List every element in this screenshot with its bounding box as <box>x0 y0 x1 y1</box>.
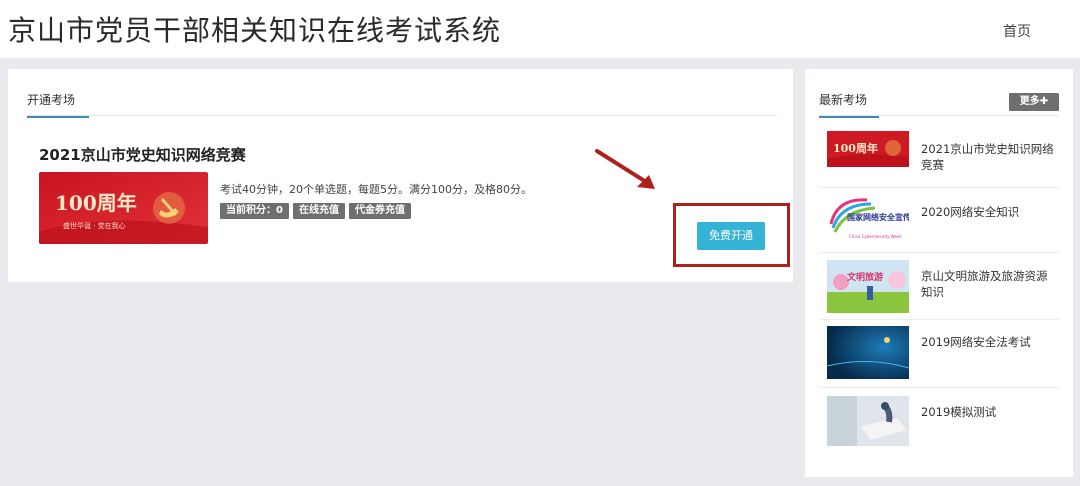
item-thumb-subtext: China Cybersecurity Week <box>849 234 902 239</box>
tab-open-exam[interactable]: 开通考场 <box>27 91 90 118</box>
open-exam-panel: 开通考场 2021京山市党史知识网络竞赛 100周年 盛世华诞 · 党在我心 考… <box>8 69 793 282</box>
thumb-title-text: 100周年 <box>55 191 137 215</box>
free-activate-button[interactable]: 免费开通 <box>697 222 765 250</box>
item-thumb-text: 100周年 <box>833 141 878 155</box>
more-button[interactable]: 更多✚ <box>1009 93 1059 111</box>
nav-home-link[interactable]: 首页 <box>1003 21 1031 41</box>
tab-divider <box>27 115 777 116</box>
side-tab-divider <box>819 115 1059 116</box>
item-divider <box>819 252 1059 253</box>
points-badge: 当前积分：0 <box>220 203 289 219</box>
item-label[interactable]: 京山文明旅游及旅游资源知识 <box>921 268 1057 300</box>
voucher-recharge-badge[interactable]: 代金券充值 <box>348 203 411 219</box>
list-item[interactable]: 文明旅游 京山文明旅游及旅游资源知识 <box>819 260 1059 320</box>
annotation-arrow-icon <box>595 149 655 189</box>
thumb-subtitle-text: 盛世华诞 · 党在我心 <box>63 221 126 230</box>
site-title: 京山市党员干部相关知识在线考试系统 <box>8 14 502 47</box>
item-thumbnail[interactable] <box>827 396 909 446</box>
item-label[interactable]: 2021京山市党史知识网络竞赛 <box>921 141 1057 173</box>
item-label[interactable]: 2019模拟测试 <box>921 404 1057 420</box>
item-label[interactable]: 2020网络安全知识 <box>921 204 1057 220</box>
item-divider <box>819 319 1059 320</box>
exam-description: 考试40分钟，20个单选题，每题5分。满分100分，及格80分。 <box>220 183 532 196</box>
item-thumbnail[interactable] <box>827 326 909 379</box>
list-item[interactable]: 100周年 2021京山市党史知识网络竞赛 <box>819 131 1059 191</box>
item-divider <box>819 187 1059 188</box>
item-thumbnail[interactable]: 100周年 <box>827 131 909 167</box>
item-thumb-text: 文明旅游 <box>846 271 883 283</box>
list-item[interactable]: 国家网络安全宣传周 China Cybersecurity Week 2020网… <box>819 194 1059 254</box>
item-thumbnail[interactable]: 文明旅游 <box>827 260 909 313</box>
tab-latest-exams[interactable]: 最新考场 <box>819 91 880 118</box>
online-recharge-badge[interactable]: 在线充值 <box>292 203 345 219</box>
item-divider <box>819 387 1059 388</box>
item-label[interactable]: 2019网络安全法考试 <box>921 334 1057 350</box>
latest-exams-panel: 最新考场 更多✚ 100周年 2021京山市党史知识网络竞赛 国家网络安全宣传周… <box>805 69 1073 477</box>
top-header: 京山市党员干部相关知识在线考试系统 首页 <box>0 0 1080 58</box>
list-item[interactable]: 2019网络安全法考试 <box>819 326 1059 386</box>
badge-group: 当前积分：0 在线充值 代金券充值 <box>220 203 411 219</box>
item-thumb-text: 国家网络安全宣传周 <box>847 212 909 222</box>
list-item[interactable]: 2019模拟测试 <box>819 396 1059 456</box>
exam-title[interactable]: 2021京山市党史知识网络竞赛 <box>39 144 246 165</box>
party-emblem-icon <box>153 192 185 224</box>
item-thumbnail[interactable]: 国家网络安全宣传周 China Cybersecurity Week <box>827 194 909 247</box>
exam-thumbnail[interactable]: 100周年 盛世华诞 · 党在我心 <box>39 172 208 244</box>
